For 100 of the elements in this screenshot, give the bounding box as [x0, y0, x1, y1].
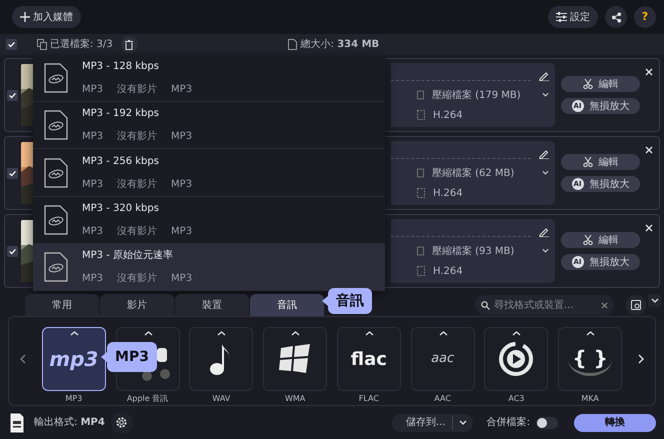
chevron-down-icon [542, 92, 549, 98]
container-format: MP3 [171, 178, 192, 192]
select-all-checkbox[interactable] [6, 39, 17, 50]
plus-icon [20, 12, 30, 22]
expand-up-icon [586, 331, 596, 336]
compression-dropdown[interactable]: 壓縮檔案 (93 MB) [432, 244, 534, 258]
compression-dropdown[interactable]: 壓縮檔案 (179 MB) [432, 88, 534, 102]
codec-label: H.264 [433, 186, 463, 200]
pencil-icon[interactable] [539, 71, 549, 81]
expand-up-icon [438, 331, 448, 336]
scissors-icon [582, 235, 592, 245]
merge-files-toggle[interactable] [536, 416, 558, 428]
format-tab[interactable]: 裝置 [175, 294, 249, 316]
video-codec: 沒有影片 [117, 130, 158, 144]
share-icon [610, 12, 622, 22]
format-label: AAC [434, 393, 451, 405]
format-tile[interactable] [189, 327, 254, 391]
video-codec: 沒有影片 [117, 178, 158, 192]
audio-codec: MP3 [82, 272, 104, 286]
audio-codec: MP3 [82, 130, 104, 144]
file-checkbox[interactable] [7, 90, 18, 100]
files-icon [37, 39, 47, 50]
file-icon [417, 168, 424, 178]
video-codec: 沒有影片 [117, 82, 158, 98]
format-tab[interactable]: 影片 [100, 294, 174, 316]
close-icon[interactable] [645, 146, 653, 154]
scissors-icon [582, 157, 592, 167]
format-label: MKA [581, 393, 599, 405]
format-tile[interactable]: aac [410, 327, 475, 391]
format-tile[interactable] [484, 327, 548, 391]
trash-icon [125, 40, 134, 50]
format-option[interactable]: MP3 - 256 kbps MP3 沒有影片 MP3 [33, 149, 385, 197]
format-option[interactable]: MP3 - 192 kbps MP3 沒有影片 MP3 [33, 102, 385, 150]
format-label: WAV [212, 393, 230, 405]
search-field[interactable]: 尋找格式或裝置... [494, 298, 597, 312]
pencil-icon[interactable] [539, 227, 549, 237]
convert-button[interactable]: 轉換 [574, 414, 656, 432]
format-tile[interactable]: { } [558, 327, 622, 391]
sliders-icon [556, 12, 567, 22]
pencil-icon[interactable] [539, 149, 549, 159]
container-format: MP3 [171, 224, 192, 239]
chevron-down-icon [542, 170, 549, 176]
close-icon[interactable] [645, 224, 653, 232]
expand-up-icon [70, 331, 79, 336]
audio-file-icon [44, 158, 68, 188]
delete-button[interactable] [120, 36, 138, 53]
output-settings-button[interactable] [110, 412, 133, 434]
expand-up-icon [512, 331, 522, 336]
windows-logo-icon [278, 344, 312, 374]
merge-files-label: 合併檔案: [486, 416, 530, 430]
container-format: MP3 [171, 83, 192, 98]
search-icon [481, 300, 490, 310]
help-button[interactable]: ? [634, 6, 656, 28]
codec-icon [417, 110, 425, 120]
compression-dropdown[interactable]: 壓縮檔案 (62 MB) [432, 166, 534, 180]
check-icon [8, 168, 17, 178]
format-option[interactable]: MP3 - 原始位元速率 MP3 沒有影片 MP3 [33, 244, 385, 292]
mp3-logo: mp3 [49, 346, 98, 373]
collapse-icon[interactable] [650, 298, 658, 303]
format-tile[interactable]: mp3 [42, 327, 106, 391]
preview-icon [631, 300, 641, 310]
format-option[interactable]: MP3 - 128 kbps MP3 沒有影片 MP3 [33, 55, 385, 102]
format-label: MP3 [65, 393, 82, 405]
expand-up-icon [217, 331, 226, 336]
settings-button[interactable]: 設定 [548, 6, 598, 28]
format-label: WMA [284, 393, 306, 405]
codec-icon [417, 266, 425, 276]
close-icon[interactable] [645, 68, 653, 76]
scissors-icon [582, 79, 592, 89]
audio-codec: MP3 [82, 224, 104, 239]
file-checkbox[interactable] [7, 168, 18, 178]
format-tab[interactable]: 音訊 [250, 294, 324, 316]
mka-logo: { } [568, 342, 612, 376]
file-icon [417, 90, 424, 100]
selected-files-count: 已選檔案: 3/3 [50, 38, 113, 52]
add-media-button[interactable]: 加入媒體 [12, 6, 81, 28]
check-icon [7, 40, 16, 49]
format-tab[interactable]: 常用 [25, 294, 99, 316]
audio-file-icon [44, 110, 68, 140]
format-label: AC3 [508, 393, 524, 405]
share-button[interactable] [605, 6, 627, 28]
format-tile[interactable]: flac [336, 327, 401, 391]
audio-file-icon [44, 204, 68, 235]
format-tile[interactable] [263, 327, 328, 391]
edit-button[interactable]: 編輯 [561, 154, 640, 170]
clear-icon [601, 302, 608, 308]
audio-codec: MP3 [82, 178, 104, 192]
save-to-dropdown[interactable]: 儲存到... [392, 414, 473, 432]
codec-icon [417, 188, 425, 198]
edit-button[interactable]: 編輯 [561, 232, 640, 248]
file-icon [417, 246, 424, 256]
expand-up-icon [291, 331, 300, 336]
edit-button[interactable]: 編輯 [561, 76, 640, 92]
video-codec: 沒有影片 [117, 224, 158, 239]
file-checkbox[interactable] [7, 246, 18, 256]
output-format-label: 輸出格式: MP4 [34, 416, 105, 430]
search-box[interactable]: 尋找格式或裝置... [475, 295, 614, 315]
format-tooltip: MP3 [101, 342, 157, 372]
container-format: MP3 [171, 272, 192, 286]
preview-button[interactable] [626, 295, 646, 315]
